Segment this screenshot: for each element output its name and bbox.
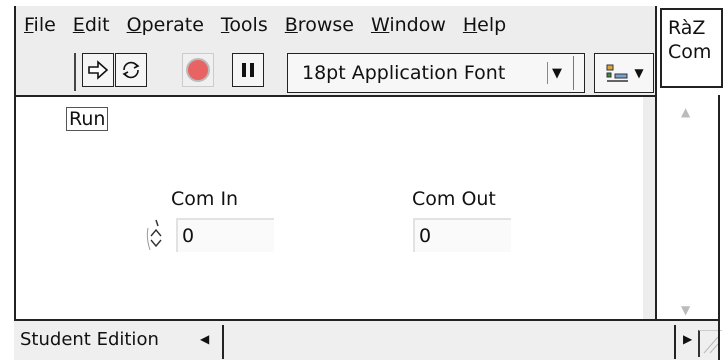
menu-help[interactable]: Help (463, 14, 506, 36)
run-continuously-button[interactable] (115, 53, 147, 87)
scroll-left-icon[interactable]: ◀ (200, 332, 209, 346)
font-setting-value: 18pt Application Font (302, 62, 506, 84)
abort-button[interactable] (182, 53, 214, 87)
status-bar: Student Edition ◀ ▶ (14, 319, 720, 360)
hscroll-right-divider (674, 325, 676, 359)
menu-operate[interactable]: Operate (127, 14, 204, 36)
menu-bar: File Edit Operate Tools Browse Window He… (16, 8, 663, 42)
text-settings-dropdown[interactable]: 18pt Application Font ▼ (287, 53, 585, 93)
hscroll-left-divider (222, 325, 224, 359)
pause-icon (242, 63, 254, 77)
dropdown-separator (573, 56, 574, 90)
menu-file[interactable]: File (24, 14, 56, 36)
vi-icon-text-line2: Com (668, 41, 712, 63)
run-label: Run (66, 107, 109, 131)
com-out-indicator: 0 (413, 218, 511, 252)
vertical-scrollbar[interactable]: ▲ ▼ (673, 95, 707, 323)
student-edition-label: Student Edition (20, 329, 159, 350)
increment-decrement-icon[interactable] (146, 214, 166, 254)
run-arrow-icon (88, 60, 109, 80)
menu-browse[interactable]: Browse (285, 14, 354, 36)
menu-edit[interactable]: Edit (73, 14, 110, 36)
scroll-right-icon[interactable]: ▶ (683, 332, 692, 346)
run-continuously-icon (122, 61, 140, 79)
align-objects-button[interactable]: ▼ (594, 53, 654, 93)
pause-button[interactable] (232, 53, 264, 87)
toolbar: 18pt Application Font ▼ ▼ (16, 49, 655, 97)
scroll-up-icon[interactable]: ▲ (681, 105, 690, 119)
resize-grip-icon (703, 336, 719, 354)
run-button[interactable] (82, 53, 114, 87)
vi-icon-text-line1: RàZ (668, 17, 706, 39)
chevron-down-icon: ▼ (547, 62, 566, 84)
window-right-border (718, 95, 720, 360)
front-panel-canvas (16, 97, 643, 321)
com-out-label: Com Out (412, 188, 496, 210)
align-chevron-down-icon: ▼ (634, 66, 644, 80)
menu-window[interactable]: Window (371, 14, 446, 36)
scroll-down-icon[interactable]: ▼ (681, 303, 690, 317)
abort-stop-icon (186, 58, 210, 82)
menu-tools[interactable]: Tools (221, 14, 268, 36)
com-in-label: Com In (171, 188, 239, 210)
com-in-input[interactable]: 0 (176, 218, 274, 252)
align-objects-icon (606, 64, 629, 82)
toolbar-left-divider (74, 53, 76, 91)
vi-icon-pane[interactable]: RàZ Com (660, 8, 723, 88)
vi-front-panel-window: File Edit Operate Tools Browse Window He… (14, 6, 657, 360)
